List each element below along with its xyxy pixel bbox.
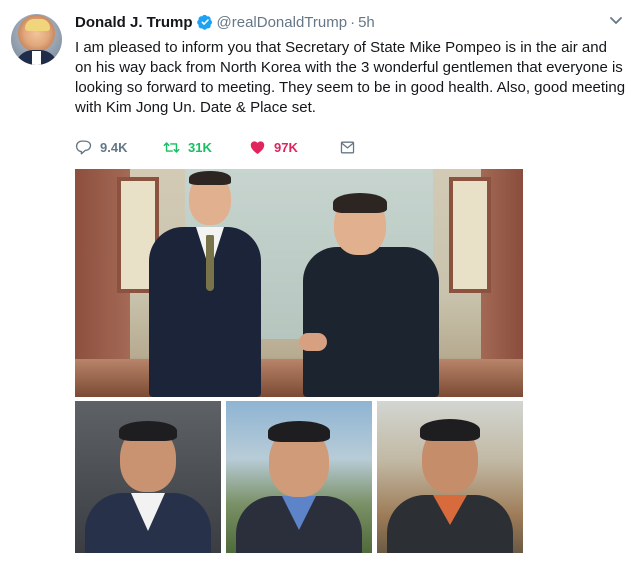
avatar-hair <box>25 19 50 31</box>
separator-dot: · <box>350 13 356 31</box>
portrait-right-hair <box>420 419 480 441</box>
like-button[interactable]: 97K <box>249 139 339 156</box>
handshake <box>299 333 327 351</box>
portrait-center-hair <box>268 421 330 442</box>
tweet-actions: 9.4K 31K 97K <box>75 136 356 158</box>
right-person-suit <box>303 247 439 397</box>
retweet-count: 31K <box>188 139 212 155</box>
reply-button[interactable]: 9.4K <box>75 139 163 156</box>
verified-badge-icon <box>196 14 212 30</box>
like-count: 97K <box>274 139 298 155</box>
tweet-media[interactable] <box>75 169 523 553</box>
left-person-tie <box>206 235 214 291</box>
window-right <box>449 177 491 293</box>
portrait-left[interactable] <box>75 401 221 553</box>
portrait-center[interactable] <box>226 401 372 553</box>
portrait-center-shirt <box>282 496 316 530</box>
right-person-hair <box>333 193 387 213</box>
portrait-left-shirt <box>131 493 165 531</box>
left-person-hair <box>189 171 231 185</box>
chevron-down-icon[interactable] <box>610 16 622 26</box>
direct-message-button[interactable] <box>339 139 356 156</box>
author-name[interactable]: Donald J. Trump <box>75 14 193 31</box>
retweet-button[interactable]: 31K <box>163 139 249 156</box>
reply-count: 9.4K <box>100 139 128 155</box>
avatar-shirt <box>32 51 41 65</box>
timestamp[interactable]: 5h <box>358 14 375 31</box>
portrait-left-hair <box>119 421 177 441</box>
retweet-icon <box>163 141 180 153</box>
tweet-text: I am pleased to inform you that Secretar… <box>75 39 626 116</box>
envelope-icon <box>340 141 355 153</box>
portrait-right-shirt <box>433 495 467 525</box>
avatar[interactable] <box>11 14 62 65</box>
floor <box>75 359 523 397</box>
heart-icon <box>250 140 265 154</box>
tweet-header: Donald J. Trump @realDonaldTrump · 5h <box>75 12 375 32</box>
portrait-right[interactable] <box>377 401 523 553</box>
main-handshake-photo[interactable] <box>75 169 523 397</box>
reply-icon <box>75 139 92 154</box>
author-handle[interactable]: @realDonaldTrump <box>217 14 348 31</box>
